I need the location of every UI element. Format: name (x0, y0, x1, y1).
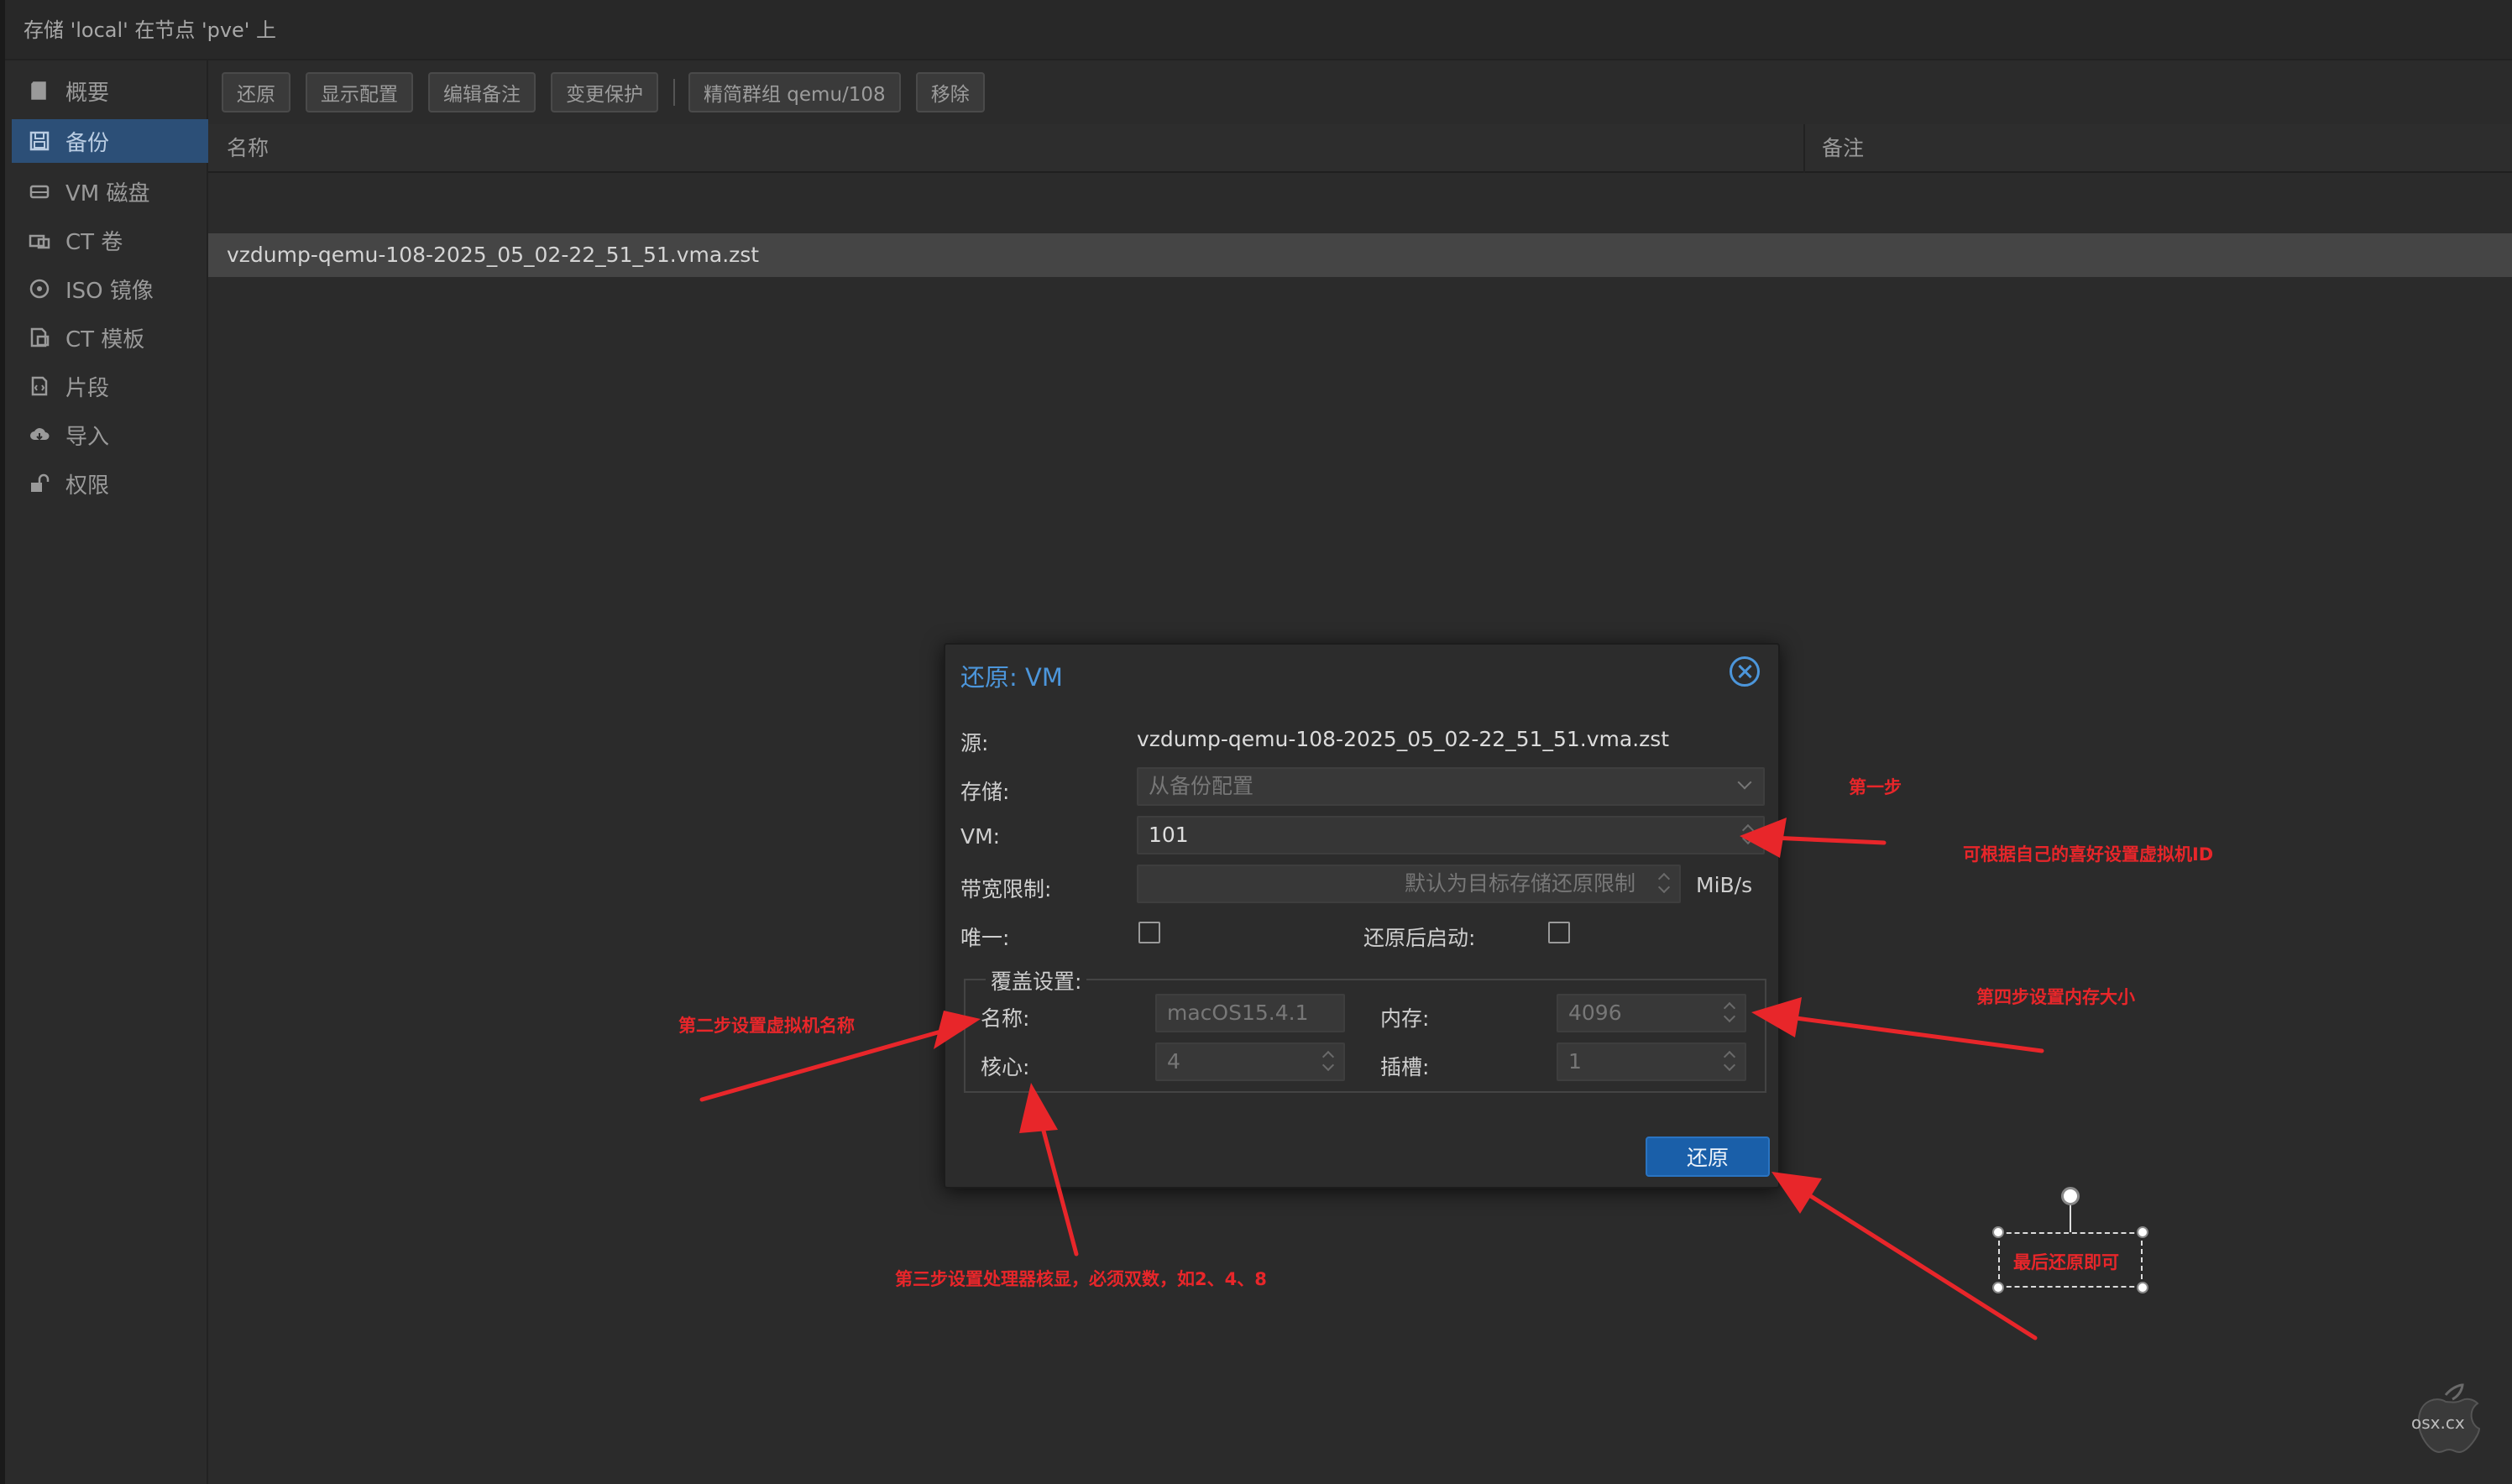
arrowhead-step4 (1751, 997, 1802, 1037)
annotation-step1: 第一步 (1849, 777, 1902, 797)
arrowhead-step2 (934, 1011, 981, 1049)
arrowhead-final (1771, 1172, 1822, 1214)
rotation-handle[interactable] (2061, 1187, 2080, 1205)
resize-handle[interactable] (2137, 1226, 2148, 1238)
resize-handle[interactable] (1992, 1282, 2004, 1293)
annotation-final: 最后还原即可 (2013, 1252, 2119, 1272)
annotation-step3: 第三步设置处理器核显，必须双数，如2、4、8 (895, 1269, 1267, 1289)
arrow-step1 (1769, 835, 1887, 845)
resize-handle[interactable] (2137, 1282, 2148, 1293)
resize-handle[interactable] (1992, 1226, 2004, 1238)
annotation-step4: 第四步设置内存大小 (1976, 987, 2135, 1007)
arrowhead-step1 (1740, 818, 1787, 858)
watermark-text: osx.cx (2411, 1413, 2465, 1433)
annotation-step1-detail: 可根据自己的喜好设置虚拟机ID (1963, 844, 2214, 865)
arrow-step4 (1787, 1015, 2044, 1053)
app-window: 存储 'local' 在节点 'pve' 上 概要 备份 VM 磁盘 CT 卷 … (0, 0, 2512, 1484)
arrow-step2 (699, 1028, 946, 1102)
arrow-step3 (1039, 1119, 1079, 1257)
arrowhead-step3 (1019, 1083, 1058, 1133)
annotation-step2: 第二步设置虚拟机名称 (678, 1016, 855, 1036)
watermark-logo: osx.cx (2411, 1383, 2481, 1454)
